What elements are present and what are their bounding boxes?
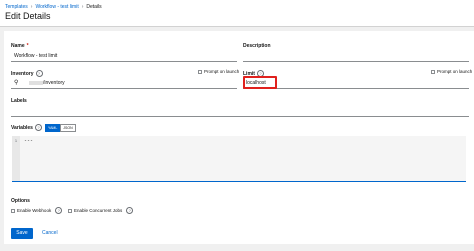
help-icon[interactable]: ? <box>126 207 134 214</box>
inventory-value: /inventory <box>43 80 65 86</box>
limit-highlight-box <box>243 76 277 89</box>
checkbox-box[interactable] <box>11 208 15 213</box>
save-button[interactable]: Save <box>11 228 33 239</box>
limit-prompt-checkbox[interactable]: Prompt on launch <box>431 69 472 74</box>
enable-concurrent-jobs-label: Enable Concurrent Jobs <box>74 208 123 213</box>
name-input[interactable]: Workflow - test limit <box>11 51 237 62</box>
inventory-lookup[interactable]: ⚲ /inventory <box>11 78 237 89</box>
page-title: Edit Details <box>5 11 51 21</box>
prompt-label: Prompt on launch <box>204 69 240 74</box>
labels-label: Labels <box>11 98 27 104</box>
enable-webhook-checkbox[interactable]: Enable Webhook? <box>11 207 63 214</box>
checkbox-box[interactable] <box>431 69 435 74</box>
enable-concurrent-jobs-checkbox[interactable]: Enable Concurrent Jobs? <box>68 207 134 214</box>
breadcrumb-templates[interactable]: Templates <box>5 4 28 10</box>
json-toggle[interactable]: JSON <box>60 124 76 132</box>
name-label: Name * <box>11 43 29 49</box>
variables-label: Variables? <box>11 124 42 131</box>
breadcrumb-workflow[interactable]: Workflow - test limit <box>35 4 78 10</box>
breadcrumb-details: Details <box>86 4 102 10</box>
description-label: Description <box>243 43 271 49</box>
variables-mode-toggle: YAML JSON <box>45 124 76 132</box>
breadcrumb-separator: › <box>81 4 84 10</box>
options-label: Options <box>11 198 30 204</box>
checkbox-box[interactable] <box>68 208 72 213</box>
help-icon[interactable]: ? <box>35 70 43 77</box>
description-input[interactable] <box>243 51 469 62</box>
yaml-toggle[interactable]: YAML <box>45 124 61 132</box>
line-gutter: 1 <box>12 136 20 181</box>
edit-form-card: Name * Workflow - test limit Description … <box>4 31 474 244</box>
search-icon[interactable]: ⚲ <box>14 78 18 88</box>
breadcrumb: Templates › Workflow - test limit › Details <box>5 4 102 10</box>
enable-webhook-label: Enable Webhook <box>17 208 52 213</box>
breadcrumb-separator: › <box>30 4 33 10</box>
help-icon[interactable]: ? <box>55 207 63 214</box>
help-icon[interactable]: ? <box>34 124 42 131</box>
editor-content: --- <box>24 138 34 144</box>
redacted-block <box>29 81 43 85</box>
required-marker: * <box>26 43 29 49</box>
inventory-label: Inventory? <box>11 70 43 77</box>
inventory-prompt-checkbox[interactable]: Prompt on launch <box>198 69 239 74</box>
name-value: Workflow - test limit <box>14 53 58 59</box>
cancel-button[interactable]: Cancel <box>42 228 58 239</box>
prompt-label: Prompt on launch <box>437 69 473 74</box>
checkbox-box[interactable] <box>198 69 202 74</box>
labels-input[interactable] <box>11 106 469 117</box>
variables-editor[interactable]: 1 --- <box>12 136 466 182</box>
page-header: Templates › Workflow - test limit › Details … <box>0 0 474 27</box>
